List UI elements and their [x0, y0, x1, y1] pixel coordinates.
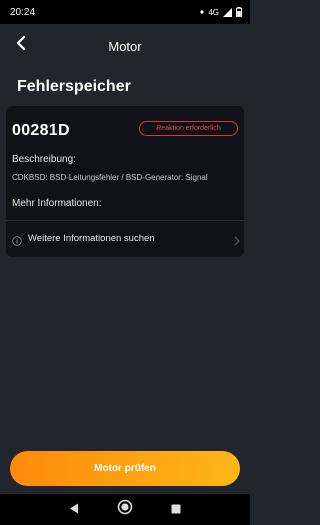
- nav-recents-button[interactable]: [164, 498, 188, 522]
- nav-recents-icon: [171, 501, 181, 519]
- status-time: 20:24: [10, 6, 36, 18]
- back-button[interactable]: [10, 34, 32, 56]
- page-title: Motor: [108, 38, 142, 54]
- status-badge: Reaktion erforderlich: [139, 121, 238, 136]
- section-title: Fehlerspeicher: [17, 78, 131, 95]
- error-code: 00281D: [12, 122, 70, 139]
- app-header: Motor: [0, 24, 250, 68]
- status-icons: 4G: [200, 7, 242, 17]
- battery-icon: [236, 7, 242, 17]
- nav-back-button[interactable]: [62, 498, 86, 522]
- chevron-right-icon: [234, 233, 240, 251]
- description-label: Beschreibung:: [12, 154, 76, 165]
- info-icon: [12, 233, 22, 251]
- check-motor-button[interactable]: Motor prüfen: [10, 451, 240, 486]
- status-bar: 20:24 4G: [0, 0, 250, 24]
- description-value: CDKBSD: BSD-Leitungsfehler / BSD-Generat…: [12, 173, 208, 182]
- nav-back-icon: [69, 501, 79, 519]
- search-link-label: Weitere Informationen suchen: [28, 233, 155, 244]
- signal-icon: [223, 7, 232, 17]
- search-more-info-link[interactable]: Weitere Informationen suchen: [6, 221, 244, 255]
- more-info-label: Mehr Informationen:: [12, 198, 102, 209]
- error-card: 00281D Reaktion erforderlich Beschreibun…: [6, 106, 244, 257]
- notification-dot-icon: [200, 10, 204, 14]
- nav-home-icon: [117, 499, 133, 520]
- system-nav-bar: [0, 494, 250, 525]
- nav-home-button[interactable]: [113, 498, 137, 522]
- network-type: 4G: [208, 7, 219, 17]
- back-arrow-icon: [15, 35, 27, 56]
